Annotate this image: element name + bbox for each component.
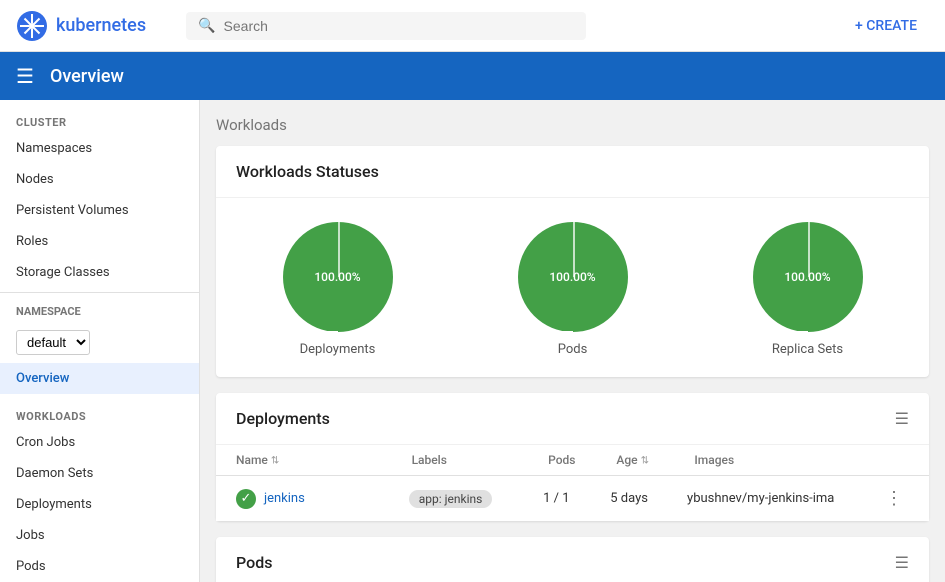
deployment-images: ybushnev/my-jenkins-ima	[687, 491, 879, 506]
deployments-pct: 100.00%	[314, 270, 360, 284]
logo: kubernetes	[16, 10, 146, 42]
deployment-labels: app: jenkins	[409, 490, 543, 508]
pie-line-deployments	[338, 222, 340, 277]
deployments-table: Name ⇅ Labels Pods Age ⇅ Images ✓ jenkin…	[216, 445, 929, 521]
deployments-card: Deployments ☰ Name ⇅ Labels Pods Age ⇅ I…	[216, 393, 929, 521]
workloads-section-label: Workloads	[0, 394, 199, 427]
sidebar: Cluster Namespaces Nodes Persistent Volu…	[0, 100, 200, 582]
pie-line-replica-sets	[808, 222, 810, 277]
sidebar-item-cron-jobs[interactable]: Cron Jobs	[0, 427, 199, 458]
statuses-title: Workloads Statuses	[236, 162, 379, 181]
search-bar[interactable]: 🔍	[186, 12, 586, 40]
table-row: ✓ jenkins app: jenkins 1 / 1 5 days ybus…	[216, 476, 929, 521]
create-button[interactable]: + CREATE	[843, 10, 929, 42]
deployments-chart: 100.00%	[283, 222, 393, 332]
top-nav: ☰ Overview	[0, 52, 945, 100]
deployment-link[interactable]: jenkins	[264, 491, 305, 506]
sidebar-item-roles[interactable]: Roles	[0, 226, 199, 257]
col-images: Images	[694, 453, 889, 467]
pods-pct: 100.00%	[549, 270, 595, 284]
sidebar-item-persistent-volumes[interactable]: Persistent Volumes	[0, 195, 199, 226]
pie-line-pods	[573, 222, 575, 277]
page-title: Workloads	[216, 116, 929, 134]
deployments-card-header: Deployments ☰	[216, 393, 929, 445]
sidebar-item-namespaces[interactable]: Namespaces	[0, 133, 199, 164]
col-age: Age ⇅	[616, 453, 694, 467]
namespace-label: Namespace	[16, 305, 81, 322]
main-content: Workloads Workloads Statuses 100.00% Dep…	[200, 100, 945, 582]
status-replica-sets: 100.00% Replica Sets	[753, 222, 863, 357]
deployment-pods: 1 / 1	[543, 491, 610, 506]
col-pods: Pods	[548, 453, 616, 467]
status-pods: 100.00% Pods	[518, 222, 628, 357]
check-icon: ✓	[236, 489, 256, 509]
sidebar-item-storage-classes[interactable]: Storage Classes	[0, 257, 199, 288]
pods-card-header: Pods ☰	[216, 537, 929, 582]
col-labels: Labels	[412, 453, 549, 467]
pods-label: Pods	[558, 342, 588, 357]
statuses-card: Workloads Statuses 100.00% Deployments 1…	[216, 146, 929, 377]
namespace-select-wrapper[interactable]: default	[0, 330, 199, 363]
deployment-age: 5 days	[610, 491, 687, 506]
sidebar-item-pods[interactable]: Pods	[0, 551, 199, 582]
search-input[interactable]	[224, 18, 575, 34]
kubernetes-logo-icon	[16, 10, 48, 42]
deployment-menu-icon[interactable]: ⋮	[879, 486, 909, 511]
replica-sets-pct: 100.00%	[784, 270, 830, 284]
status-deployments: 100.00% Deployments	[283, 222, 393, 357]
namespace-selector: Namespace	[0, 292, 199, 330]
deployments-card-title: Deployments	[236, 409, 330, 428]
col-actions	[889, 453, 909, 467]
sidebar-item-nodes[interactable]: Nodes	[0, 164, 199, 195]
namespace-select[interactable]: default	[16, 330, 90, 355]
pods-chart: 100.00%	[518, 222, 628, 332]
deployments-header-row: Name ⇅ Labels Pods Age ⇅ Images	[216, 445, 929, 476]
sidebar-item-jobs[interactable]: Jobs	[0, 520, 199, 551]
col-name: Name ⇅	[236, 453, 412, 467]
pods-card: Pods ☰ Name ⇅ Node Status ⇅ Restarts Age…	[216, 537, 929, 582]
menu-icon[interactable]: ☰	[16, 64, 34, 88]
app-name: kubernetes	[56, 15, 146, 36]
header: kubernetes 🔍 + CREATE	[0, 0, 945, 52]
label-badge: app: jenkins	[409, 490, 493, 508]
statuses-grid: 100.00% Deployments 100.00% Pods	[216, 198, 929, 377]
pods-filter-icon[interactable]: ☰	[895, 553, 909, 572]
statuses-card-header: Workloads Statuses	[216, 146, 929, 198]
nav-title: Overview	[50, 66, 124, 87]
layout: Cluster Namespaces Nodes Persistent Volu…	[0, 100, 945, 582]
replica-sets-label: Replica Sets	[772, 342, 843, 357]
pods-card-title: Pods	[236, 553, 272, 572]
search-icon: 🔍	[198, 18, 215, 34]
sidebar-item-overview[interactable]: Overview	[0, 363, 199, 394]
sidebar-item-daemon-sets[interactable]: Daemon Sets	[0, 458, 199, 489]
cluster-section-label: Cluster	[0, 100, 199, 133]
deployments-label: Deployments	[300, 342, 376, 357]
deployments-filter-icon[interactable]: ☰	[895, 409, 909, 428]
deployments-row-name-cell: ✓ jenkins	[236, 489, 409, 509]
sidebar-item-deployments[interactable]: Deployments	[0, 489, 199, 520]
replica-sets-chart: 100.00%	[753, 222, 863, 332]
